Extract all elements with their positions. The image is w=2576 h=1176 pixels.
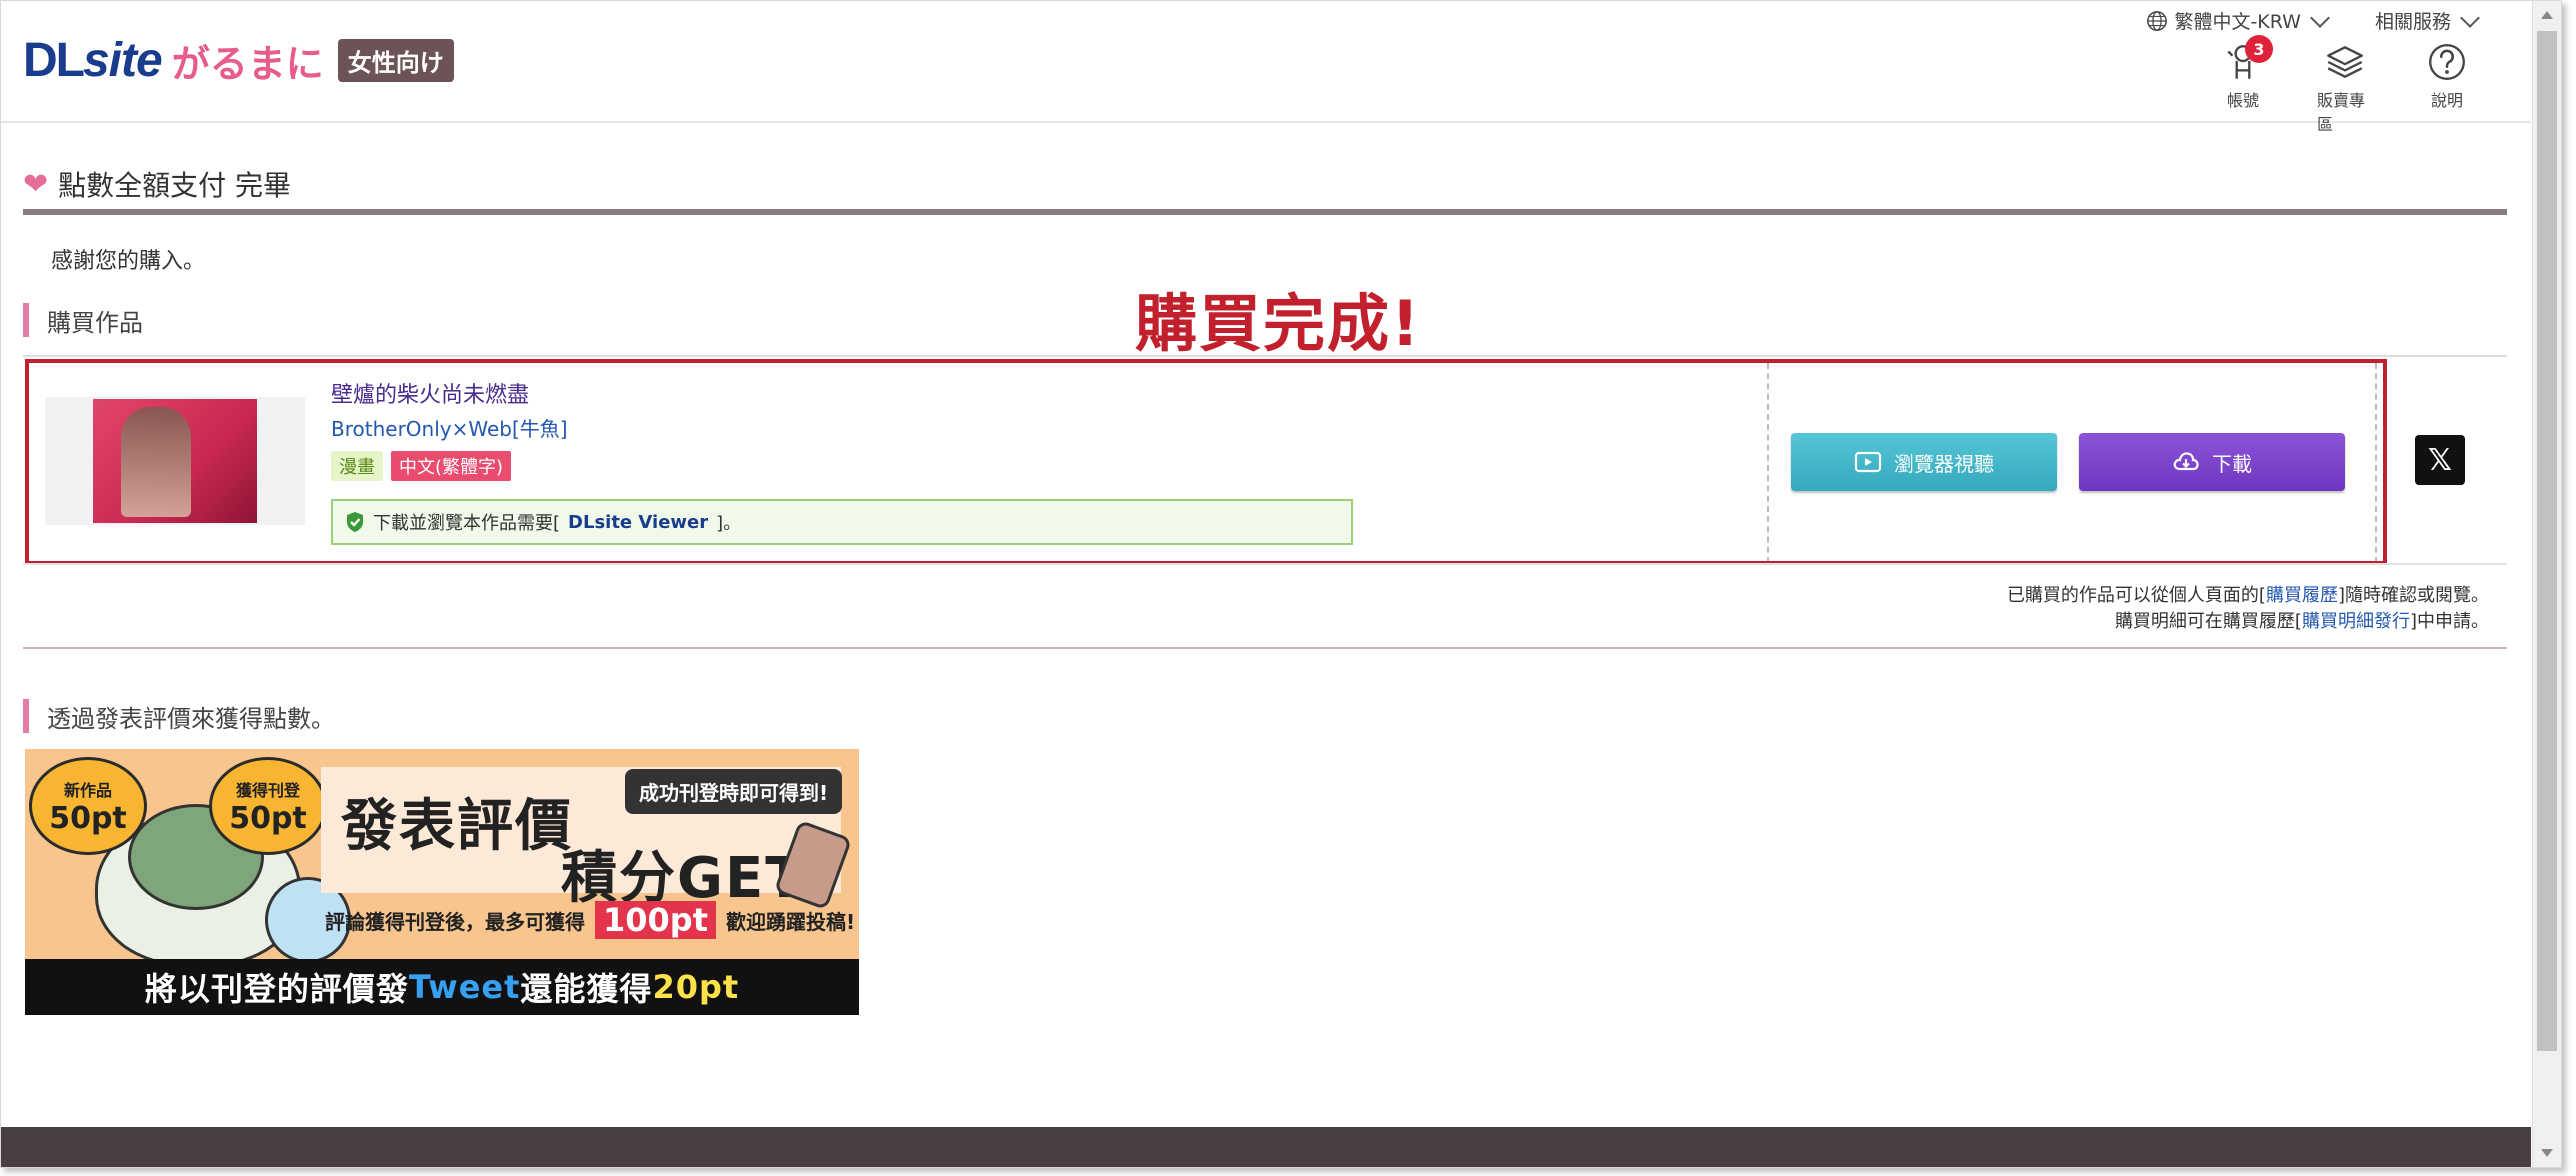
banner-speech: 成功刊登時即可得到! bbox=[625, 769, 843, 814]
bubble2-big: 50pt bbox=[229, 800, 307, 836]
heart-icon: ❤ bbox=[23, 166, 49, 202]
chevron-down-icon bbox=[2310, 7, 2330, 28]
header-top-links: 繁體中文-KRW 相關服務 bbox=[2146, 7, 2480, 34]
bubble1-small: 新作品 bbox=[63, 780, 112, 800]
site-footer bbox=[1, 1127, 2531, 1167]
help-icon bbox=[2429, 44, 2465, 80]
history-note: 已購買的作品可以從個人頁面的[購買履歷]隨時確認或閱覽。 bbox=[2007, 581, 2489, 607]
account-label: 帳號 bbox=[2226, 91, 2259, 110]
bubble-published: 獲得刊登 50pt bbox=[209, 757, 327, 855]
purchase-complete-annotation: 購買完成! bbox=[1135, 287, 1422, 360]
page-title: 點數全額支付 完畢 bbox=[58, 169, 292, 202]
review-campaign-banner[interactable]: 新作品 50pt 獲得刊登 50pt 發表評價 積分GET 成功刊登時即可得到!… bbox=[25, 749, 859, 1015]
thanks-message: 感謝您的購入。 bbox=[51, 249, 206, 274]
divider bbox=[23, 647, 2507, 649]
bottom-prefix: 將以刊登的評價發 bbox=[144, 970, 409, 1008]
banner-title1: 發表評價 bbox=[341, 794, 573, 859]
receipt-note: 購買明細可在購買履歷[購買明細發行]中申請。 bbox=[2115, 607, 2489, 633]
account-nav[interactable]: 3 帳號 bbox=[2215, 35, 2273, 135]
purchase-history-link[interactable]: 購買履歷 bbox=[2266, 585, 2338, 606]
banner-line3: 評論獲得刊登後，最多可獲得 100pt 歡迎踴躍投稿! bbox=[325, 901, 855, 939]
globe-icon bbox=[2147, 10, 2168, 31]
x-share-button[interactable]: 𝕏 bbox=[2415, 435, 2465, 485]
site-logo[interactable]: DL site がるまに 女性向け bbox=[23, 33, 454, 88]
divider bbox=[23, 563, 2507, 565]
language-selector[interactable]: 繁體中文-KRW bbox=[2146, 7, 2330, 34]
related-services-menu[interactable]: 相關服務 bbox=[2374, 7, 2480, 34]
bubble-new-work: 新作品 50pt bbox=[29, 757, 147, 855]
sales-area-label: 販賣專區 bbox=[2317, 91, 2366, 134]
bottom-tweet: Tweet bbox=[408, 968, 521, 1006]
sales-area-nav[interactable]: 販賣專區 bbox=[2317, 41, 2373, 135]
divider bbox=[23, 355, 2507, 357]
purchased-works-heading: 購買作品 bbox=[23, 303, 143, 337]
logo-brand: がるまに bbox=[171, 42, 324, 86]
language-label: 繁體中文-KRW bbox=[2174, 11, 2301, 33]
help-label: 說明 bbox=[2430, 91, 2463, 110]
site-header: DL site がるまに 女性向け 繁體中文-KRW 相關服務 3 帳號 販賣專… bbox=[1, 1, 2531, 134]
bottom-pt: 20pt bbox=[652, 968, 740, 1006]
review-points-heading: 透過發表評價來獲得點數。 bbox=[23, 699, 335, 733]
notification-badge: 3 bbox=[2245, 35, 2273, 63]
chevron-down-icon bbox=[2460, 7, 2480, 28]
bottom-mid: 還能獲得 bbox=[520, 970, 653, 1008]
note2-suffix: ]中申請。 bbox=[2409, 611, 2489, 632]
bubble1-big: 50pt bbox=[49, 800, 127, 836]
related-services-label: 相關服務 bbox=[2374, 11, 2451, 33]
highlight-box bbox=[25, 359, 2387, 565]
layers-icon bbox=[2327, 46, 2363, 78]
page-heading: ❤ 點數全額支付 完畢 bbox=[23, 159, 2507, 215]
receipt-issue-link[interactable]: 購買明細發行 bbox=[2302, 611, 2410, 632]
scroll-down-icon[interactable] bbox=[2541, 1149, 2553, 1157]
note1-prefix: 已購買的作品可以從個人頁面的[ bbox=[2006, 585, 2266, 606]
banner-bottom-strip: 將以刊登的評價發 Tweet 還能獲得 20pt bbox=[25, 959, 859, 1015]
bubble2-small: 獲得刊登 bbox=[235, 780, 300, 800]
logo-tag: 女性向け bbox=[337, 39, 454, 82]
browser-page: DL site がるまに 女性向け 繁體中文-KRW 相關服務 3 帳號 販賣專… bbox=[0, 0, 2562, 1168]
scroll-up-icon[interactable] bbox=[2541, 11, 2553, 19]
header-icon-nav: 3 帳號 販賣專區 說明 bbox=[2215, 35, 2475, 135]
note1-suffix: ]隨時確認或閱覽。 bbox=[2337, 585, 2489, 606]
logo-site: site bbox=[82, 34, 163, 87]
line3-suffix: 歡迎踴躍投稿! bbox=[726, 909, 856, 934]
vertical-scrollbar[interactable] bbox=[2532, 1, 2561, 1167]
help-nav[interactable]: 說明 bbox=[2419, 41, 2475, 135]
scrollbar-thumb[interactable] bbox=[2537, 31, 2557, 1051]
logo-dl: DL bbox=[23, 34, 85, 87]
line3-big: 100pt bbox=[595, 901, 716, 939]
line3-prefix: 評論獲得刊登後，最多可獲得 bbox=[325, 909, 585, 934]
note2-prefix: 購買明細可在購買履歷[ bbox=[2114, 611, 2302, 632]
